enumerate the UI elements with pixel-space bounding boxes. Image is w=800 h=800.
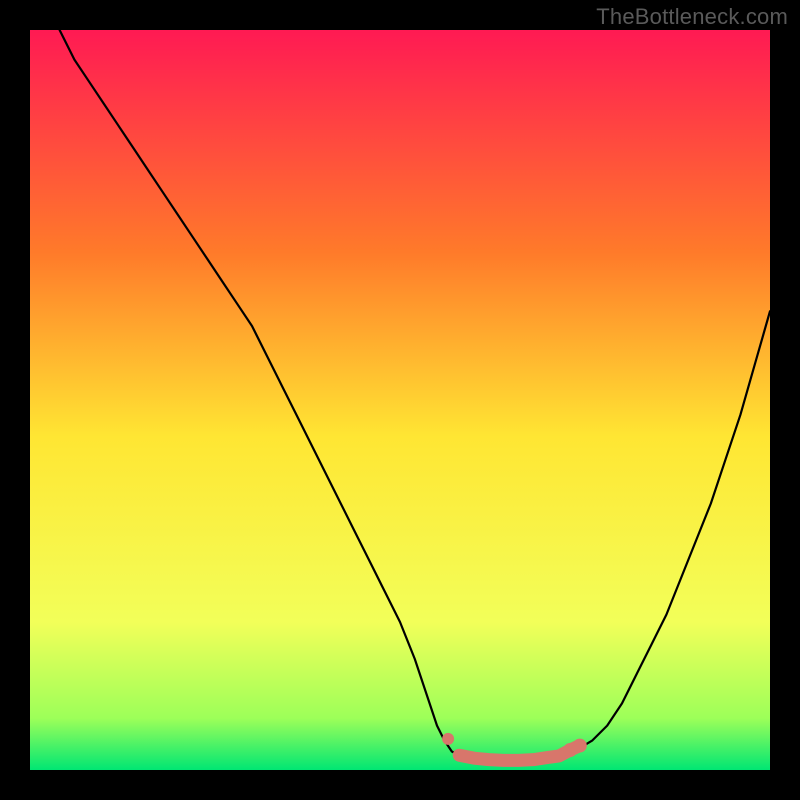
marker-dot [573, 739, 587, 753]
chart-frame: TheBottleneck.com [0, 0, 800, 800]
marker-dot [442, 733, 454, 745]
gradient-background [30, 30, 770, 770]
bottleneck-plot [30, 30, 770, 770]
chart-svg [30, 30, 770, 770]
watermark-text: TheBottleneck.com [596, 4, 788, 30]
